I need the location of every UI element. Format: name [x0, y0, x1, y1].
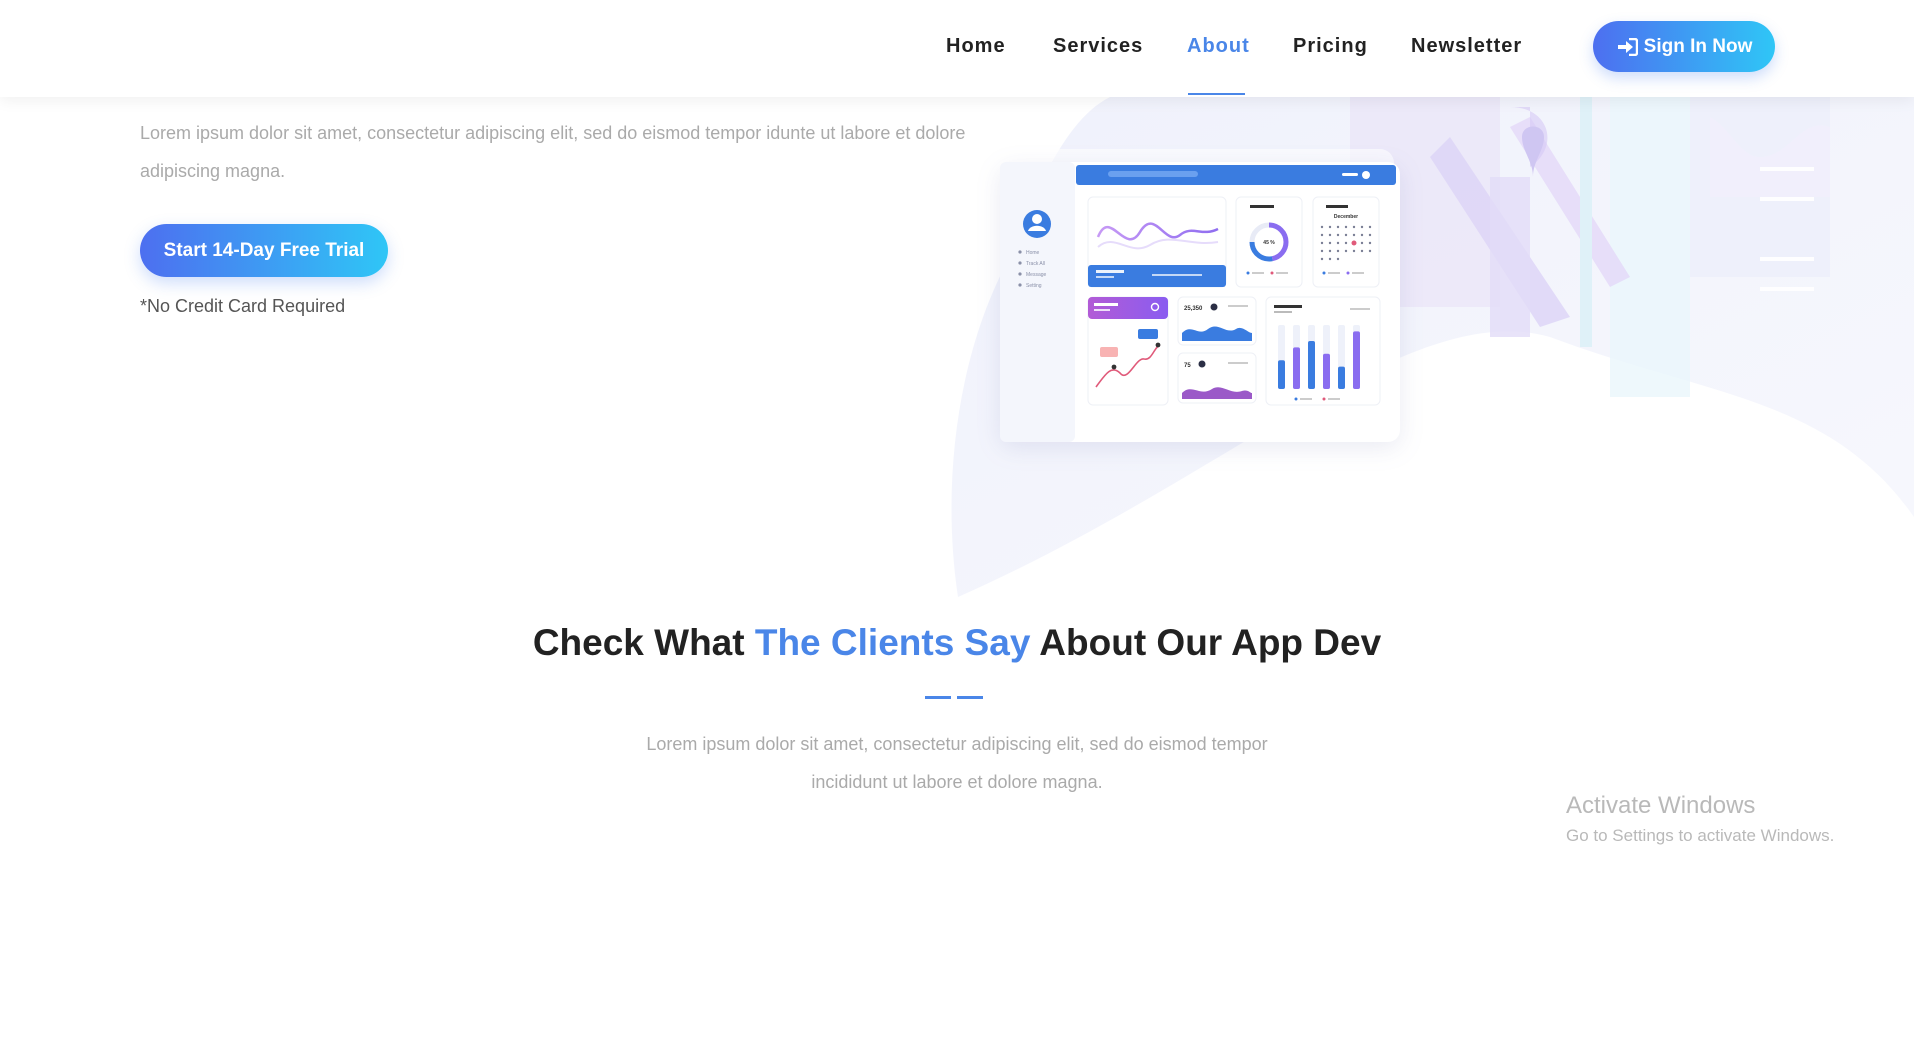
nav-link-newsletter[interactable]: Newsletter — [1411, 35, 1522, 58]
mockup-sidebar-message: Message — [1026, 272, 1047, 278]
sign-in-button[interactable]: Sign In Now — [1593, 21, 1775, 72]
nav-link-home[interactable]: Home — [946, 35, 1006, 58]
mockup-sidebar-setting: Setting — [1026, 283, 1042, 289]
activate-windows-title: Activate Windows — [1566, 792, 1756, 819]
mockup-donut-percent: 45 % — [1263, 240, 1275, 246]
mockup-stat-2: 75 — [1184, 363, 1191, 369]
mockup-sidebar-track: Track All — [1026, 261, 1045, 267]
testimonials-title: Check What The Clients Say About Our App… — [0, 622, 1914, 664]
dashboard-illustration: Home Track All Message Setting 45 % Dece… — [951, 97, 1914, 597]
title-divider-left — [925, 696, 951, 699]
mockup-bar — [1338, 366, 1345, 389]
mockup-bar — [1353, 331, 1360, 389]
title-part-2: About Our App Dev — [1030, 622, 1382, 663]
title-divider-right — [957, 696, 983, 699]
title-part-1: Check What — [532, 622, 755, 663]
site-header: Home Services About Pricing Newsletter S… — [0, 0, 1914, 97]
sign-in-label: Sign In Now — [1643, 35, 1753, 57]
free-trial-button[interactable]: Start 14-Day Free Trial — [140, 224, 388, 277]
activate-windows-subtitle: Go to Settings to activate Windows. — [1566, 826, 1835, 845]
no-credit-card-note: *No Credit Card Required — [140, 296, 346, 316]
hero-description: Lorem ipsum dolor sit amet, consectetur … — [140, 123, 966, 181]
mockup-bar — [1323, 353, 1330, 389]
mockup-stat-1: 25,350 — [1184, 306, 1203, 312]
sign-in-icon — [1617, 37, 1638, 56]
testimonials-description-text: Lorem ipsum dolor sit amet, consectetur … — [646, 734, 1268, 792]
mockup-calendar-title: December — [1334, 214, 1358, 220]
mockup-bar — [1278, 360, 1285, 389]
active-nav-indicator — [1188, 93, 1245, 95]
mockup-sidebar-home: Home — [1026, 250, 1040, 256]
testimonials-description: Lorem ipsum dolor sit amet, consectetur … — [0, 725, 1914, 801]
mockup-bar — [1308, 341, 1315, 389]
nav-link-services[interactable]: Services — [1053, 35, 1143, 58]
nav-link-pricing[interactable]: Pricing — [1293, 35, 1368, 58]
mockup-bar — [1293, 347, 1300, 389]
title-highlight: The Clients Say — [754, 622, 1031, 663]
nav-link-about[interactable]: About — [1187, 35, 1250, 58]
